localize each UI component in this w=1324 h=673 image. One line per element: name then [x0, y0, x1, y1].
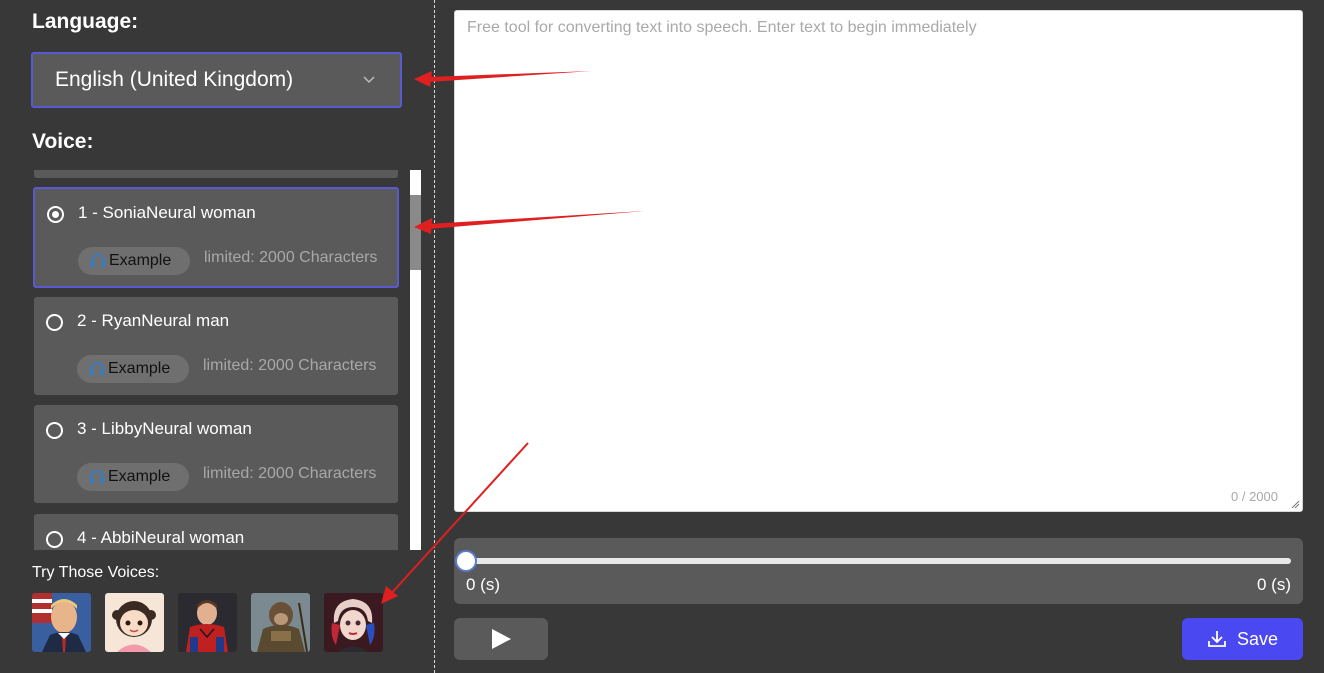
monkey-warrior-avatar[interactable] — [251, 593, 310, 652]
voice-item-0[interactable] — [34, 170, 398, 178]
total-time: 0 (s) — [1257, 575, 1291, 594]
example-label: Example — [108, 360, 171, 377]
progress-slider[interactable] — [466, 558, 1291, 564]
headphones-icon — [90, 470, 104, 483]
voice-name: 1 - SoniaNeural woman — [78, 203, 256, 222]
voice-label: Voice: — [32, 130, 94, 153]
text-input-area[interactable]: 0 / 2000 — [454, 10, 1303, 512]
audio-player: 0 (s) 0 (s) — [454, 538, 1303, 604]
cartoon-girl-avatar[interactable] — [105, 593, 164, 652]
text-input[interactable] — [455, 11, 1302, 511]
headphones-icon — [91, 254, 105, 267]
save-button[interactable]: Save — [1182, 618, 1303, 660]
voice-item-3[interactable]: 3 - LibbyNeural woman Example limited: 2… — [34, 405, 398, 503]
voice-list: 1 - SoniaNeural woman Example limited: 2… — [32, 170, 400, 550]
char-limit: limited: 2000 Characters — [203, 357, 377, 374]
harley-avatar[interactable] — [324, 593, 383, 652]
headphones-icon — [90, 362, 104, 375]
scrollbar-thumb[interactable] — [410, 195, 421, 270]
example-label: Example — [108, 468, 171, 485]
voice-item-4[interactable]: 4 - AbbiNeural woman — [34, 514, 398, 550]
example-label: Example — [109, 252, 172, 269]
voice-item-1[interactable]: 1 - SoniaNeural woman Example limited: 2… — [33, 187, 399, 288]
voice-name: 2 - RyanNeural man — [77, 311, 230, 330]
char-limit: limited: 2000 Characters — [204, 249, 378, 266]
example-button[interactable]: Example — [77, 355, 189, 383]
char-counter: 0 / 2000 — [1231, 489, 1278, 504]
voice-radio[interactable] — [46, 422, 63, 439]
try-voices-label: Try Those Voices: — [32, 564, 160, 581]
progress-slider-handle[interactable] — [455, 550, 477, 572]
play-button[interactable] — [454, 618, 548, 660]
spider-hero-avatar[interactable] — [178, 593, 237, 652]
language-selected-value: English (United Kingdom) — [55, 68, 294, 91]
example-button[interactable]: Example — [78, 247, 190, 275]
save-label: Save — [1236, 628, 1279, 649]
voice-name: 4 - AbbiNeural woman — [77, 528, 245, 547]
politician-avatar[interactable] — [32, 593, 91, 652]
char-limit: limited: 2000 Characters — [203, 465, 377, 482]
panel-divider — [434, 0, 435, 673]
resize-grip-icon[interactable] — [1290, 499, 1300, 509]
language-select[interactable]: English (United Kingdom) — [31, 52, 402, 108]
download-icon — [1208, 631, 1226, 647]
voice-radio[interactable] — [46, 531, 63, 548]
play-icon — [492, 629, 511, 649]
left-panel: Language: English (United Kingdom) Voice… — [0, 0, 435, 673]
language-label: Language: — [32, 10, 139, 33]
voice-radio[interactable] — [46, 314, 63, 331]
chevron-down-icon — [363, 76, 375, 84]
voice-radio-selected[interactable] — [47, 206, 64, 223]
current-time: 0 (s) — [466, 575, 500, 594]
voice-item-2[interactable]: 2 - RyanNeural man Example limited: 2000… — [34, 297, 398, 395]
voice-name: 3 - LibbyNeural woman — [77, 419, 252, 438]
example-button[interactable]: Example — [77, 463, 189, 491]
